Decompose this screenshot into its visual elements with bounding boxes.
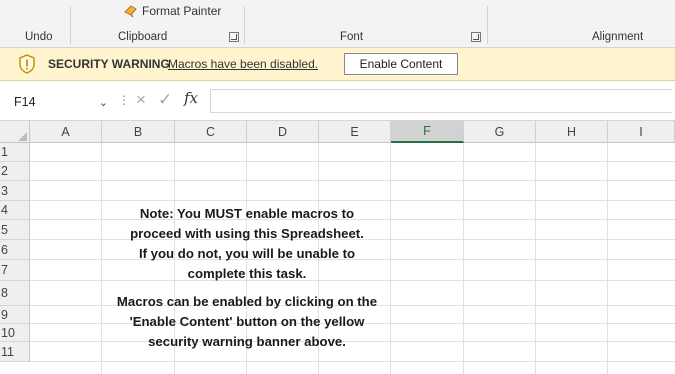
row-header-8[interactable]: 8 [0,281,30,306]
paintbrush-icon [124,5,137,17]
shield-warning-icon [19,54,35,74]
cancel-formula-icon[interactable]: × [136,90,146,110]
row-header-7[interactable]: 7 [0,260,30,281]
column-header-e[interactable]: E [319,121,391,143]
column-header-f[interactable]: F [391,121,464,143]
worksheet-grid[interactable]: A B C D E F G H I 1 2 3 4 5 6 7 8 9 10 1… [0,121,675,374]
row-header-10[interactable]: 10 [0,324,30,342]
note-line: Note: You MUST enable macros to [139,206,355,221]
note-paragraph-2: Macros can be enabled by clicking on the… [30,292,464,352]
group-divider [487,6,488,44]
chevron-down-icon[interactable]: ⌄ [99,96,108,109]
formula-input[interactable] [210,89,672,113]
select-all-button[interactable] [0,121,30,143]
note-line: proceed with using this Spreadsheet. [130,226,364,241]
column-header-b[interactable]: B [102,121,175,143]
group-label-clipboard: Clipboard [118,31,168,43]
enter-formula-icon[interactable]: ✓ [158,90,172,110]
row-header-9[interactable]: 9 [0,306,30,324]
row-header-6[interactable]: 6 [0,240,30,260]
security-warning-banner: SECURITY WARNING Macros have been disabl… [0,48,675,81]
format-painter-button[interactable]: Format Painter [124,4,221,18]
enable-content-button[interactable]: Enable Content [344,53,458,75]
gridline [30,361,675,362]
name-box-value: F14 [14,95,36,109]
note-line: complete this task. [187,266,307,281]
note-line: Macros can be enabled by clicking on the [116,294,378,309]
macros-disabled-link[interactable]: Macros have been disabled. [168,57,318,71]
font-dialog-launcher-icon[interactable] [471,32,481,42]
formula-bar: F14 ⌄ ⋮ × ✓ fx [0,81,675,121]
macro-instruction-note: Note: You MUST enable macros to proceed … [30,204,464,352]
gridline [535,143,536,374]
note-line: If you do not, you will be unable to [138,246,356,261]
name-box[interactable]: F14 ⌄ [8,91,112,113]
gridline [607,143,608,374]
format-painter-label: Format Painter [142,4,222,18]
group-label-undo: Undo [25,31,53,43]
insert-function-button[interactable]: fx [184,89,198,107]
column-header-h[interactable]: H [536,121,608,143]
column-header-i[interactable]: I [608,121,675,143]
row-header-4[interactable]: 4 [0,201,30,220]
row-header-2[interactable]: 2 [0,162,30,181]
gridline [30,180,675,181]
gridline [30,161,675,162]
row-header-5[interactable]: 5 [0,220,30,240]
group-label-font: Font [340,31,364,43]
note-line: 'Enable Content' button on the yellow [129,314,365,329]
column-header-c[interactable]: C [175,121,247,143]
group-divider [70,6,71,44]
group-divider [244,6,245,44]
note-paragraph-1: Note: You MUST enable macros to proceed … [30,204,464,284]
column-header-d[interactable]: D [247,121,319,143]
gridline [30,200,675,201]
ribbon: Format Painter Undo Clipboard Font Align… [0,0,675,48]
security-warning-title: SECURITY WARNING [48,57,170,71]
column-header-a[interactable]: A [30,121,102,143]
row-header-11[interactable]: 11 [0,342,30,362]
row-header-1[interactable]: 1 [0,143,30,162]
note-line: security warning banner above. [148,334,346,349]
group-label-alignment: Alignment [592,31,644,43]
clipboard-dialog-launcher-icon[interactable] [229,32,239,42]
column-header-row: A B C D E F G H I [0,121,675,143]
row-header-3[interactable]: 3 [0,181,30,201]
column-header-g[interactable]: G [464,121,536,143]
drag-handle-icon[interactable]: ⋮ [118,93,130,107]
